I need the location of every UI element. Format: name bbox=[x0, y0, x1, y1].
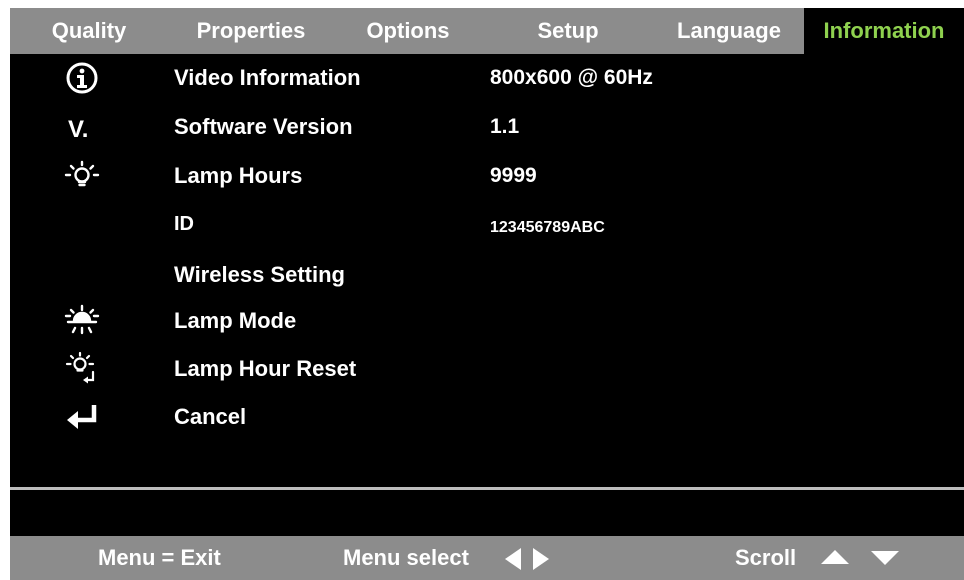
lamp-hours-label: Lamp Hours bbox=[174, 163, 303, 188]
tab-quality[interactable]: Quality bbox=[10, 8, 168, 54]
lamp-hours-value: 9999 bbox=[490, 164, 537, 187]
cancel-label: Cancel bbox=[174, 404, 247, 429]
osd-menu: Quality Properties Options Setup Languag… bbox=[10, 8, 964, 580]
video-information-value: 800x600 @ 60Hz bbox=[490, 66, 653, 89]
footer-bar: Menu = Exit Menu select Scroll bbox=[10, 536, 964, 580]
software-version-row: V. Software Version 1.1 bbox=[10, 105, 964, 149]
tab-setup[interactable]: Setup bbox=[482, 8, 654, 54]
scroll-hint: Scroll bbox=[735, 545, 797, 570]
lamp-reset-icon bbox=[60, 347, 104, 391]
lamp-hours-row: Lamp Hours 9999 bbox=[10, 154, 964, 198]
lamp-hour-reset-item[interactable]: Lamp Hour Reset bbox=[10, 347, 964, 391]
menu-select-hint: Menu select bbox=[343, 545, 469, 570]
arrow-down-icon bbox=[871, 551, 899, 565]
return-arrow-icon bbox=[60, 395, 104, 439]
menu-divider bbox=[10, 487, 964, 490]
arrow-up-icon bbox=[821, 550, 849, 564]
lamp-mode-label: Lamp Mode bbox=[174, 308, 297, 333]
menu-exit-hint: Menu = Exit bbox=[98, 545, 221, 570]
lamp-mode-item[interactable]: Lamp Mode bbox=[10, 299, 964, 343]
id-label: ID bbox=[174, 213, 194, 235]
tab-information[interactable]: Information bbox=[804, 8, 964, 54]
tab-language[interactable]: Language bbox=[654, 8, 804, 54]
version-v-icon: V. bbox=[60, 105, 104, 149]
video-information-label: Video Information bbox=[174, 65, 361, 90]
lamp-bulb-icon bbox=[60, 154, 104, 198]
id-value: 123456789ABC bbox=[490, 219, 605, 236]
info-circle-icon bbox=[60, 56, 104, 100]
lamp-hour-reset-label: Lamp Hour Reset bbox=[174, 356, 357, 381]
software-version-label: Software Version bbox=[174, 114, 353, 139]
wireless-setting-label: Wireless Setting bbox=[174, 262, 345, 287]
tab-options[interactable]: Options bbox=[334, 8, 482, 54]
tab-bar: Quality Properties Options Setup Languag… bbox=[10, 8, 964, 54]
wireless-setting-item[interactable]: Wireless Setting bbox=[10, 253, 964, 297]
lamp-mode-icon bbox=[60, 299, 104, 343]
arrow-left-icon bbox=[505, 548, 521, 570]
arrow-right-icon bbox=[533, 548, 549, 570]
video-information-row: Video Information 800x600 @ 60Hz bbox=[10, 56, 964, 100]
software-version-value: 1.1 bbox=[490, 115, 520, 138]
id-row: ID 123456789ABC bbox=[10, 202, 964, 246]
tab-properties[interactable]: Properties bbox=[168, 8, 334, 54]
svg-text:V.: V. bbox=[68, 116, 88, 142]
cancel-item[interactable]: Cancel bbox=[10, 395, 964, 439]
